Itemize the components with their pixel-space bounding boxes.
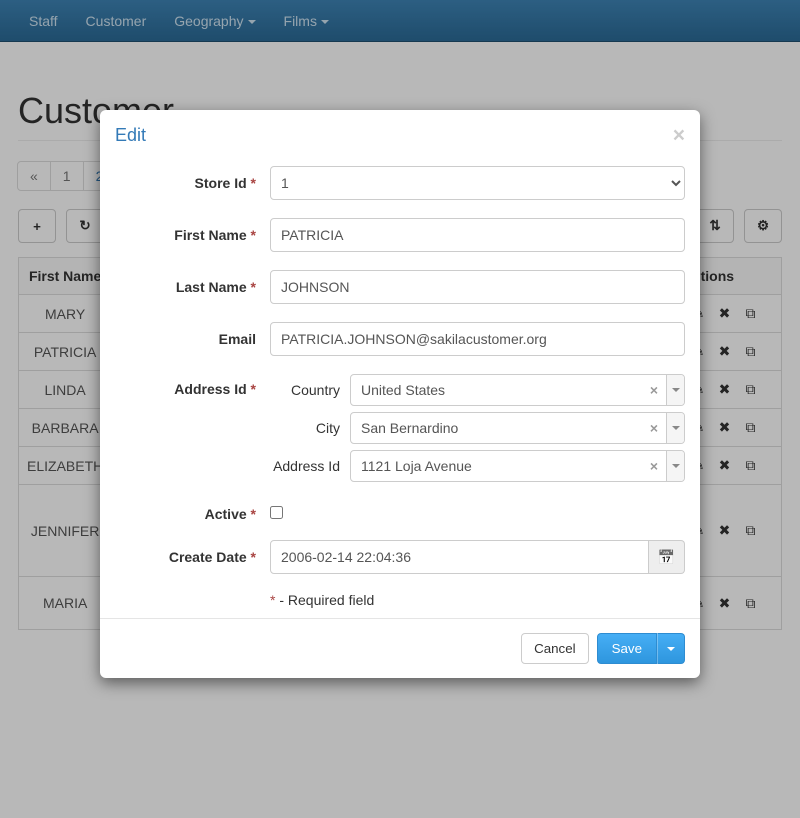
label-first-name: First Name * <box>115 227 270 243</box>
modal-footer: Cancel Save <box>100 618 700 678</box>
label-country: Country <box>270 382 350 398</box>
label-email: Email <box>115 331 270 347</box>
edit-modal: Edit × Store Id * 1 First Name * Last Na… <box>100 110 700 678</box>
city-select[interactable]: San Bernardino × <box>350 412 685 444</box>
label-create-date: Create Date * <box>115 549 270 565</box>
label-city: City <box>270 420 350 436</box>
create-date-field[interactable] <box>270 540 649 574</box>
calendar-icon <box>658 549 675 566</box>
first-name-field[interactable] <box>270 218 685 252</box>
cancel-button[interactable]: Cancel <box>521 633 589 664</box>
required-hint: * - Required field <box>270 592 685 608</box>
email-field[interactable] <box>270 322 685 356</box>
label-store-id: Store Id * <box>115 175 270 191</box>
label-address-id: Address Id * <box>115 374 270 397</box>
chevron-down-icon[interactable] <box>666 375 684 405</box>
clear-icon[interactable]: × <box>642 451 666 481</box>
calendar-button[interactable] <box>649 540 685 574</box>
chevron-down-icon[interactable] <box>666 413 684 443</box>
clear-icon[interactable]: × <box>642 375 666 405</box>
country-select[interactable]: United States × <box>350 374 685 406</box>
clear-icon[interactable]: × <box>642 413 666 443</box>
modal-body: Store Id * 1 First Name * Last Name * Em… <box>100 146 700 618</box>
save-button[interactable]: Save <box>597 633 657 664</box>
country-value: United States <box>351 375 642 405</box>
label-active: Active * <box>115 506 270 522</box>
close-icon[interactable]: × <box>673 125 685 146</box>
save-button-group: Save <box>597 633 685 664</box>
last-name-field[interactable] <box>270 270 685 304</box>
save-dropdown-toggle[interactable] <box>657 633 685 664</box>
store-id-select[interactable]: 1 <box>270 166 685 200</box>
address-id-select[interactable]: 1121 Loja Avenue × <box>350 450 685 482</box>
address-value: 1121 Loja Avenue <box>351 451 642 481</box>
label-address-id-sub: Address Id <box>270 458 350 474</box>
active-checkbox[interactable] <box>270 506 283 519</box>
city-value: San Bernardino <box>351 413 642 443</box>
modal-header: Edit × <box>100 110 700 146</box>
chevron-down-icon[interactable] <box>666 451 684 481</box>
label-last-name: Last Name * <box>115 279 270 295</box>
modal-title: Edit <box>115 125 146 146</box>
